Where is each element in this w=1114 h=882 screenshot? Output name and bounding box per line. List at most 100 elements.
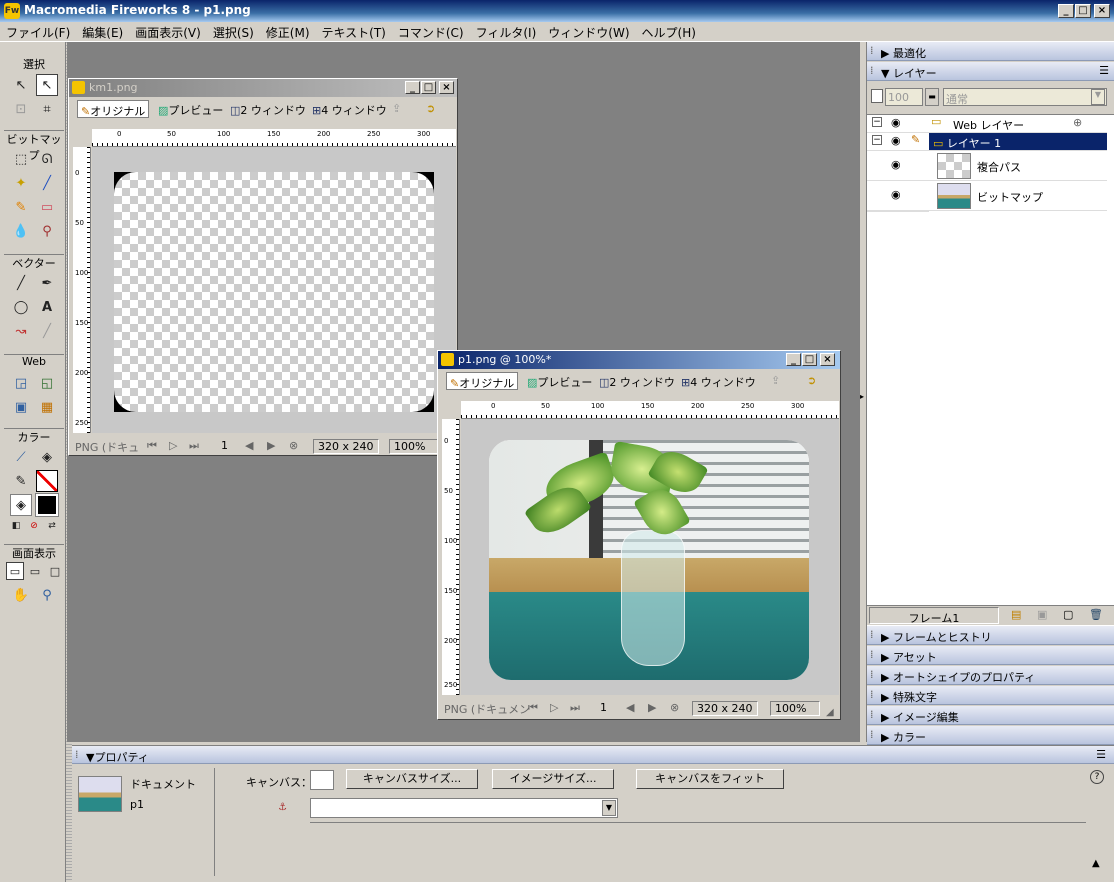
ellipse-tool-icon[interactable]: ◯ xyxy=(10,296,32,318)
collapse-up-icon[interactable]: ▲ xyxy=(1092,858,1100,869)
eye-icon[interactable]: ◉ xyxy=(891,158,901,171)
menu-file[interactable]: ファイル(F) xyxy=(0,22,76,41)
opacity-slider-icon[interactable]: ▬ xyxy=(925,88,939,106)
trash-icon[interactable]: 🗑 xyxy=(1089,608,1103,621)
line-tool-icon[interactable]: ╱ xyxy=(10,272,32,294)
doc1-tab-2up[interactable]: ◫2 ウィンドウ xyxy=(227,100,309,118)
brush-tool-icon[interactable]: ╱ xyxy=(36,172,58,194)
freeform-tool-icon[interactable]: ↝ xyxy=(10,320,32,342)
paint-bucket-icon[interactable]: ◈ xyxy=(36,446,58,468)
doc2-close-button[interactable]: × xyxy=(820,353,835,366)
fit-canvas-button[interactable]: キャンバスをフィット xyxy=(636,769,784,789)
menu-text[interactable]: テキスト(T) xyxy=(316,22,392,41)
stroke-color-icon[interactable]: ✎ xyxy=(10,470,32,492)
panel-options-icon[interactable]: ☰ xyxy=(1099,64,1109,77)
full-screen-menu-mode-icon[interactable]: ▭ xyxy=(26,562,44,580)
doc1-export-icon[interactable]: ⇪ xyxy=(389,100,404,118)
subselection-tool-icon[interactable]: ↖ xyxy=(36,74,58,96)
image-size-button[interactable]: イメージサイズ... xyxy=(492,769,614,789)
panel-options-icon[interactable]: ☰ xyxy=(1096,748,1106,761)
layers-panel-header[interactable]: ▼ レイヤー☰ xyxy=(867,62,1114,81)
new-layer-icon[interactable]: ▢ xyxy=(1063,608,1073,621)
last-frame-icon[interactable]: ⏭ xyxy=(570,701,580,715)
standard-screen-mode-icon[interactable]: ▭ xyxy=(6,562,24,580)
menu-edit[interactable]: 編集(E) xyxy=(76,22,129,41)
menu-help[interactable]: ヘルプ(H) xyxy=(636,22,702,41)
next-frame-icon[interactable]: ▶ xyxy=(267,439,275,452)
canvas-size-button[interactable]: キャンバスサイズ... xyxy=(346,769,478,789)
doc1-close-button[interactable]: × xyxy=(439,81,454,94)
prev-frame-icon[interactable]: ◀ xyxy=(626,701,634,714)
menu-commands[interactable]: コマンド(C) xyxy=(392,22,470,41)
layer-row-composite-path[interactable]: ◉ 複合パス xyxy=(867,151,1107,181)
frame-select[interactable]: フレーム1 xyxy=(869,607,999,625)
show-slices-icon[interactable]: ▦ xyxy=(36,396,58,418)
close-button[interactable]: × xyxy=(1094,4,1110,18)
doc2-canvas-photo[interactable] xyxy=(489,440,809,680)
assets-panel-header[interactable]: ▶ アセット xyxy=(867,646,1114,665)
maximize-button[interactable]: □ xyxy=(1075,4,1091,18)
expand-icon[interactable]: − xyxy=(872,117,882,127)
help-icon[interactable]: ? xyxy=(1090,770,1104,784)
blur-tool-icon[interactable]: 💧 xyxy=(10,220,32,242)
doc1-zoom-select[interactable]: 100% xyxy=(389,439,439,454)
doc2-export-icon[interactable]: ⇪ xyxy=(768,372,783,390)
crop-tool-icon[interactable]: ⌗ xyxy=(36,98,58,120)
eraser-tool-icon[interactable]: ▭ xyxy=(36,196,58,218)
canvas-color-swatch[interactable] xyxy=(310,770,334,790)
menu-window[interactable]: ウィンドウ(W) xyxy=(542,22,635,41)
doc1-tab-4up[interactable]: ⊞4 ウィンドウ xyxy=(309,100,390,118)
expand-icon[interactable]: − xyxy=(872,135,882,145)
doc2-tab-4up[interactable]: ⊞4 ウィンドウ xyxy=(678,372,759,390)
fireworks-app-icon[interactable]: Fw xyxy=(4,3,20,19)
document-window-km1[interactable]: km1.png _ □ × ✎オリジナル ▨プレビュー ◫2 ウィンドウ ⊞4 … xyxy=(68,78,458,456)
doc2-tab-original[interactable]: ✎オリジナル xyxy=(446,372,519,390)
last-frame-icon[interactable]: ⏭ xyxy=(189,439,199,453)
eye-icon[interactable]: ◉ xyxy=(891,116,901,129)
resize-grip-icon[interactable]: ◢ xyxy=(826,707,834,718)
play-icon[interactable]: ▷ xyxy=(550,701,558,714)
document-window-p1[interactable]: p1.png @ 100%* _ □ × ✎オリジナル ▨プレビュー ◫2 ウィ… xyxy=(437,350,841,720)
doc2-minimize-button[interactable]: _ xyxy=(786,353,801,366)
menu-filters[interactable]: フィルタ(I) xyxy=(470,22,543,41)
doc1-quick-export-icon[interactable]: ➲ xyxy=(423,100,438,118)
next-frame-icon[interactable]: ▶ xyxy=(648,701,656,714)
stop-icon[interactable]: ⊗ xyxy=(289,439,298,452)
menu-modify[interactable]: 修正(M) xyxy=(260,22,316,41)
doc1-maximize-button[interactable]: □ xyxy=(421,81,436,94)
first-frame-icon[interactable]: ⏮ xyxy=(147,439,157,453)
prev-frame-icon[interactable]: ◀ xyxy=(245,439,253,452)
minimize-button[interactable]: _ xyxy=(1058,4,1074,18)
stroke-color-swatch[interactable] xyxy=(36,470,58,492)
fill-color-swatch[interactable] xyxy=(35,493,59,517)
first-frame-icon[interactable]: ⏮ xyxy=(528,701,538,715)
optimize-panel-header[interactable]: ▶ 最適化 xyxy=(867,42,1114,61)
doc1-title-bar[interactable]: km1.png _ □ × xyxy=(69,79,457,97)
new-bitmap-icon[interactable]: ▣ xyxy=(1037,608,1047,621)
fill-color-icon[interactable]: ◈ xyxy=(10,494,32,516)
pencil-icon[interactable]: ✎ xyxy=(911,133,920,146)
play-icon[interactable]: ▷ xyxy=(169,439,177,452)
marquee-tool-icon[interactable]: ⬚ xyxy=(10,148,32,170)
menu-view[interactable]: 画面表示(V) xyxy=(129,22,207,41)
stop-icon[interactable]: ⊗ xyxy=(670,701,679,714)
eye-icon[interactable]: ◉ xyxy=(891,134,901,147)
autoshape-properties-panel-header[interactable]: ▶ オートシェイプのプロパティ xyxy=(867,666,1114,685)
doc2-tab-preview[interactable]: ▨プレビュー xyxy=(524,372,595,390)
doc1-tab-original[interactable]: ✎オリジナル xyxy=(77,100,150,118)
doc2-quick-export-icon[interactable]: ➲ xyxy=(804,372,819,390)
pointer-tool-icon[interactable]: ↖ xyxy=(10,74,32,96)
image-editing-panel-header[interactable]: ▶ イメージ編集 xyxy=(867,706,1114,725)
layer-row-layer1[interactable]: − ◉ ✎ ▭ レイヤー 1 xyxy=(867,133,1107,151)
collapse-arrow-icon[interactable]: ▸ xyxy=(860,392,864,401)
eyedropper-tool-icon[interactable]: ⟋ xyxy=(10,446,32,468)
properties-panel-header[interactable]: ▼プロパティ☰ xyxy=(72,746,1114,764)
colors-panel-header[interactable]: ▶ カラー xyxy=(867,726,1114,745)
swap-colors-icon[interactable]: ⇄ xyxy=(44,518,60,534)
doc2-maximize-button[interactable]: □ xyxy=(802,353,817,366)
hotspot-tool-icon[interactable]: ◲ xyxy=(10,372,32,394)
default-colors-icon[interactable]: ◧ xyxy=(8,518,24,534)
zoom-tool-icon[interactable]: ⚲ xyxy=(36,584,58,606)
layer-row-bitmap[interactable]: ◉ ビットマップ xyxy=(867,181,1107,211)
doc2-zoom-select[interactable]: 100% xyxy=(770,701,820,716)
